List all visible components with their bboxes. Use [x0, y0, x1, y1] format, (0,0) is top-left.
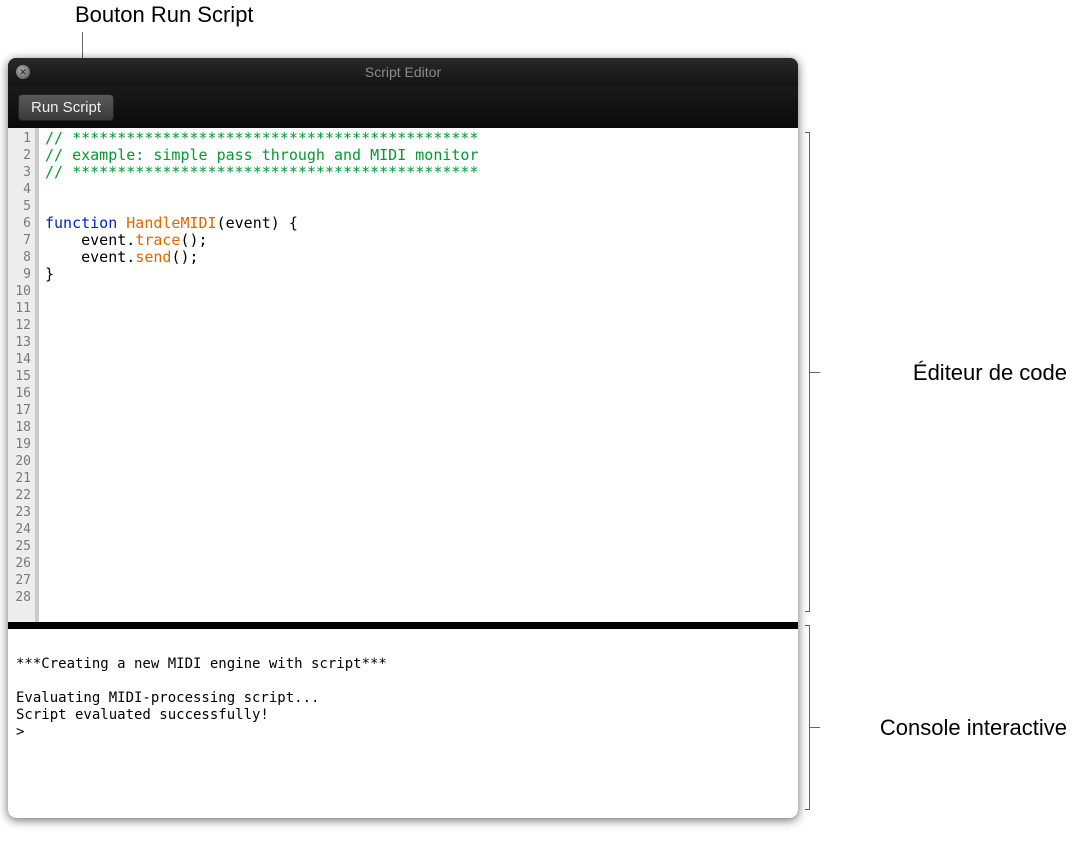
line-number: 25 — [10, 538, 31, 555]
line-number: 2 — [10, 147, 31, 164]
line-number: 22 — [10, 487, 31, 504]
line-number: 4 — [10, 181, 31, 198]
toolbar: Run Script — [8, 86, 798, 128]
code-line — [45, 198, 792, 215]
code-editor[interactable]: 1234567891011121314151617181920212223242… — [8, 128, 798, 622]
callout-code-editor: Éditeur de code — [913, 360, 1067, 386]
callout-tick — [810, 372, 820, 373]
code-line — [45, 470, 792, 487]
code-line: // *************************************… — [45, 164, 792, 181]
line-number-gutter: 1234567891011121314151617181920212223242… — [8, 128, 36, 622]
code-line — [45, 436, 792, 453]
line-number: 7 — [10, 232, 31, 249]
line-number: 15 — [10, 368, 31, 385]
line-number: 16 — [10, 385, 31, 402]
line-number: 27 — [10, 572, 31, 589]
line-number: 8 — [10, 249, 31, 266]
code-line — [45, 419, 792, 436]
code-line: // example: simple pass through and MIDI… — [45, 147, 792, 164]
code-line — [45, 385, 792, 402]
line-number: 5 — [10, 198, 31, 215]
line-number: 3 — [10, 164, 31, 181]
line-number: 6 — [10, 215, 31, 232]
code-line — [45, 504, 792, 521]
code-line — [45, 317, 792, 334]
code-line — [45, 589, 792, 606]
code-line — [45, 351, 792, 368]
callout-tick — [810, 727, 820, 728]
line-number: 17 — [10, 402, 31, 419]
code-area[interactable]: // *************************************… — [36, 128, 798, 622]
window-title: Script Editor — [8, 64, 798, 80]
code-line: event.trace(); — [45, 232, 792, 249]
code-line — [45, 555, 792, 572]
line-number: 21 — [10, 470, 31, 487]
code-line — [45, 487, 792, 504]
line-number: 26 — [10, 555, 31, 572]
code-line: // *************************************… — [45, 130, 792, 147]
line-number: 12 — [10, 317, 31, 334]
code-line: event.send(); — [45, 249, 792, 266]
code-line: function HandleMIDI(event) { — [45, 215, 792, 232]
line-number: 1 — [10, 130, 31, 147]
line-number: 23 — [10, 504, 31, 521]
callout-interactive-console: Console interactive — [880, 715, 1067, 741]
run-script-button[interactable]: Run Script — [18, 94, 114, 121]
line-number: 19 — [10, 436, 31, 453]
code-line — [45, 283, 792, 300]
code-line: } — [45, 266, 792, 283]
code-line — [45, 572, 792, 589]
code-line — [45, 453, 792, 470]
code-line — [45, 300, 792, 317]
code-line — [45, 368, 792, 385]
code-line — [45, 521, 792, 538]
line-number: 9 — [10, 266, 31, 283]
line-number: 20 — [10, 453, 31, 470]
close-icon[interactable]: ✕ — [16, 65, 30, 79]
callout-bracket-console — [805, 625, 810, 810]
script-editor-window: ✕ Script Editor Run Script 1234567891011… — [8, 58, 798, 818]
code-line — [45, 538, 792, 555]
line-number: 11 — [10, 300, 31, 317]
code-line — [45, 181, 792, 198]
callout-run-script: Bouton Run Script — [75, 2, 254, 28]
line-number: 13 — [10, 334, 31, 351]
line-number: 10 — [10, 283, 31, 300]
titlebar: ✕ Script Editor — [8, 58, 798, 86]
line-number: 28 — [10, 589, 31, 606]
line-number: 18 — [10, 419, 31, 436]
line-number: 14 — [10, 351, 31, 368]
line-number: 24 — [10, 521, 31, 538]
code-line — [45, 334, 792, 351]
code-line — [45, 402, 792, 419]
interactive-console[interactable]: ***Creating a new MIDI engine with scrip… — [8, 628, 798, 818]
